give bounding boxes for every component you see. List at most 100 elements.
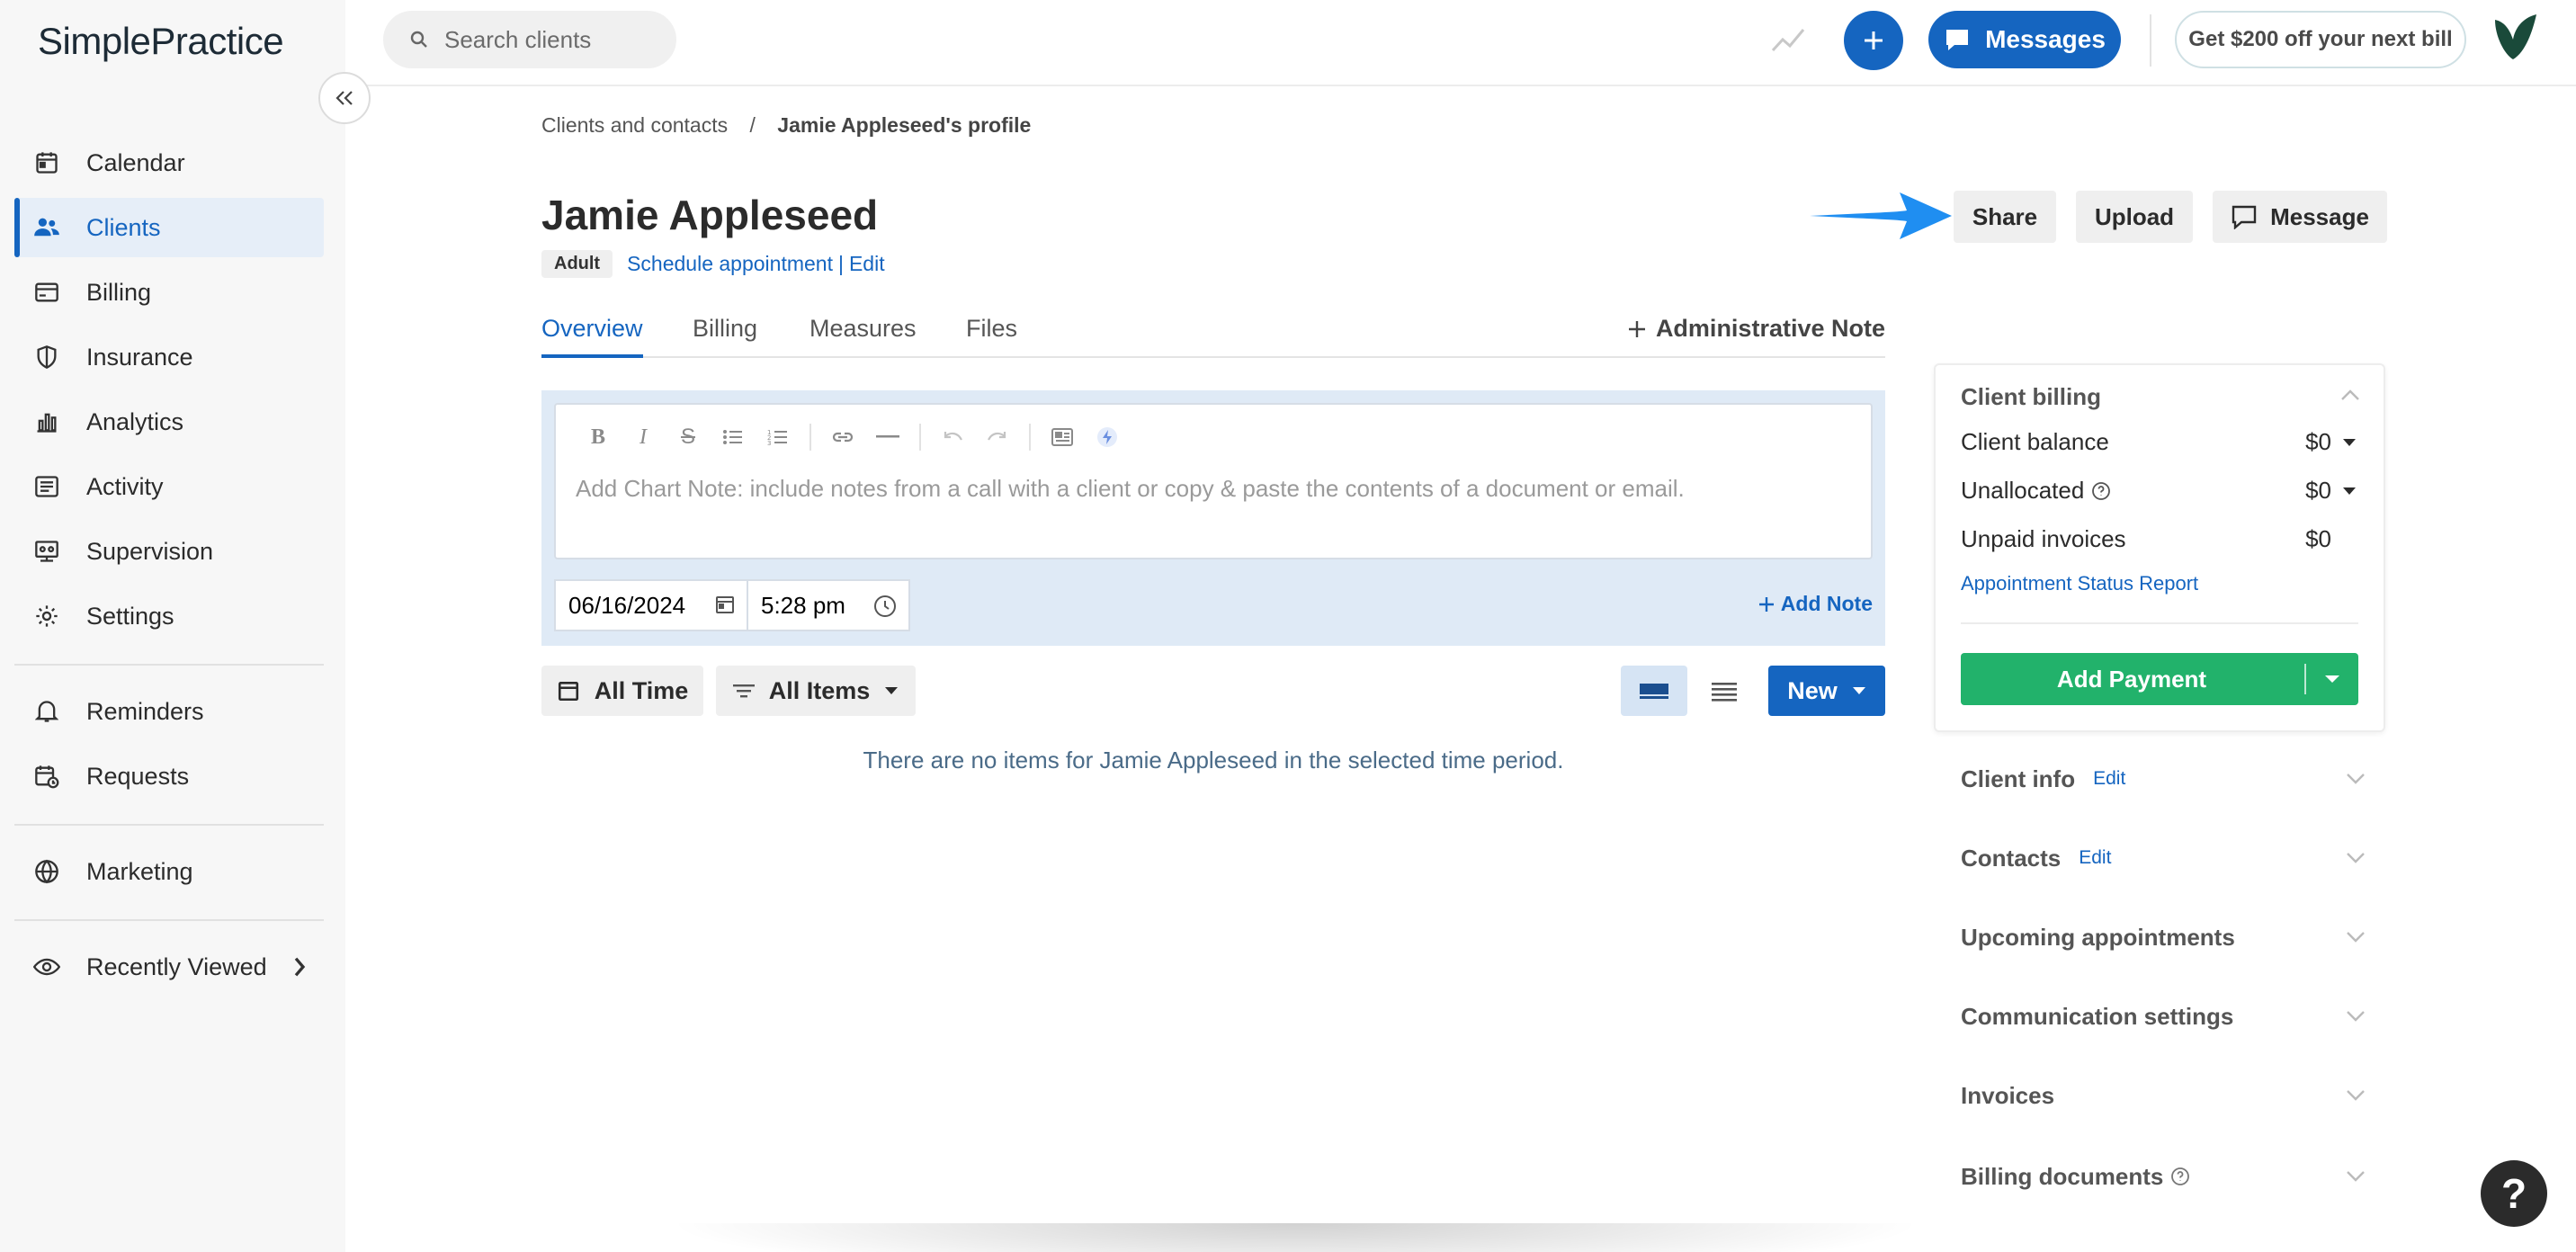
client-info-edit-link[interactable]: Edit (2093, 768, 2125, 790)
sidebar-item-marketing[interactable]: Marketing (14, 842, 324, 901)
supervision-icon (32, 537, 61, 566)
note-date-field[interactable] (554, 579, 748, 631)
share-button[interactable]: Share (1954, 191, 2056, 243)
upload-button[interactable]: Upload (2076, 191, 2193, 243)
brand-leaf-icon[interactable] (2490, 13, 2542, 63)
link-icon[interactable] (820, 421, 865, 453)
client-billing-title[interactable]: Client billing (1961, 383, 2101, 411)
bullet-list-icon[interactable] (711, 421, 756, 453)
chart-note-editor[interactable]: B I S 123 Add Chart Note: include notes … (554, 403, 1873, 559)
sidebar-item-billing[interactable]: Billing (14, 263, 324, 322)
breadcrumb-clients-link[interactable]: Clients and contacts (541, 113, 728, 137)
sidebar-item-recently-viewed[interactable]: Recently Viewed (14, 937, 324, 997)
section-label: Communication settings (1961, 1002, 2234, 1030)
contacts-section[interactable]: Contacts Edit (1961, 836, 2366, 881)
contacts-edit-link[interactable]: Edit (2079, 847, 2111, 869)
sidebar-item-settings[interactable]: Settings (14, 586, 324, 646)
messages-button[interactable]: Messages (1928, 11, 2121, 68)
sidebar-item-calendar[interactable]: Calendar (14, 133, 324, 192)
note-time-field[interactable] (747, 579, 910, 631)
client-type-badge: Adult (541, 250, 613, 278)
client-info-section[interactable]: Client info Edit (1961, 756, 2366, 801)
activity-list-icon (32, 472, 61, 501)
time-range-filter[interactable]: All Time (541, 666, 703, 716)
calendar-clock-icon (32, 762, 61, 791)
search-input[interactable] (444, 25, 651, 54)
promo-button[interactable]: Get $200 off your next bill (2175, 11, 2466, 68)
add-note-label: Add Note (1780, 592, 1873, 615)
horizontal-rule-icon[interactable] (865, 421, 910, 453)
sidebar-item-supervision[interactable]: Supervision (14, 522, 324, 581)
sidebar-item-clients[interactable]: Clients (14, 198, 324, 257)
plus-icon (1862, 29, 1885, 52)
list-view-toggle[interactable] (1691, 666, 1758, 716)
collapse-sidebar-button[interactable] (318, 72, 371, 124)
help-circle-icon[interactable] (2170, 1167, 2190, 1186)
add-payment-button-group: Add Payment (1961, 653, 2358, 705)
sidebar-divider (14, 824, 324, 826)
items-filter[interactable]: All Items (716, 666, 916, 716)
client-balance-value[interactable]: $0 (2305, 428, 2357, 456)
client-meta: Adult Schedule appointment | Edit (541, 250, 885, 278)
help-circle-icon[interactable] (2091, 481, 2111, 501)
tab-billing[interactable]: Billing (693, 315, 757, 358)
sidebar-item-label: Reminders (86, 697, 204, 725)
insert-template-icon[interactable] (1040, 421, 1085, 453)
chart-note-placeholder: Add Chart Note: include notes from a cal… (576, 475, 1685, 502)
communication-settings-section[interactable]: Communication settings (1961, 994, 2366, 1039)
double-chevron-left-icon (335, 89, 354, 107)
tab-measures[interactable]: Measures (809, 315, 917, 358)
trend-chart-icon[interactable] (1770, 23, 1806, 56)
unpaid-invoices-amount: $0 (2305, 525, 2331, 552)
sidebar-item-reminders[interactable]: Reminders (14, 682, 324, 741)
card-divider (1961, 622, 2358, 624)
italic-icon[interactable]: I (621, 421, 666, 453)
schedule-appointment-link[interactable]: Schedule appointment (627, 252, 833, 276)
add-payment-dropdown[interactable] (2306, 653, 2358, 705)
sidebar-divider (14, 919, 324, 921)
client-billing-card: Client billing Client balance $0 Unalloc… (1934, 363, 2385, 732)
appointment-status-report-link[interactable]: Appointment Status Report (1961, 572, 2198, 595)
tab-files[interactable]: Files (966, 315, 1017, 358)
upcoming-appointments-section[interactable]: Upcoming appointments (1961, 915, 2366, 960)
search-icon (410, 31, 428, 49)
unallocated-label: Unallocated (1961, 477, 2085, 504)
note-date-input[interactable] (568, 591, 703, 620)
clock-icon[interactable] (872, 594, 898, 619)
undo-icon[interactable] (930, 421, 975, 453)
calendar-icon[interactable] (714, 594, 736, 615)
unallocated-value[interactable]: $0 (2305, 477, 2357, 505)
strikethrough-icon[interactable]: S (666, 421, 711, 453)
message-button[interactable]: Message (2213, 191, 2387, 243)
numbered-list-icon[interactable]: 123 (756, 421, 801, 453)
bold-icon[interactable]: B (576, 421, 621, 453)
help-button[interactable]: ? (2481, 1160, 2547, 1227)
sidebar-item-requests[interactable]: Requests (14, 747, 324, 806)
redo-icon[interactable] (975, 421, 1020, 453)
new-item-button[interactable]: New (1768, 666, 1885, 716)
toolbar-divider (919, 424, 921, 451)
add-payment-button[interactable]: Add Payment (1961, 653, 2303, 705)
quick-add-button[interactable] (1844, 11, 1903, 70)
simplepractice-logo[interactable]: SimplePractice (38, 20, 284, 63)
items-filter-label: All Items (768, 676, 871, 704)
tab-overview[interactable]: Overview (541, 315, 643, 358)
card-view-toggle[interactable] (1621, 666, 1687, 716)
sidebar-item-insurance[interactable]: Insurance (14, 327, 324, 387)
chevron-up-icon[interactable] (2340, 389, 2360, 401)
administrative-note-label: Administrative Note (1655, 315, 1885, 342)
sidebar-item-analytics[interactable]: Analytics (14, 392, 324, 452)
add-note-button[interactable]: Add Note (1758, 592, 1873, 616)
sidebar-item-label: Billing (86, 278, 152, 306)
note-time-input[interactable] (761, 591, 867, 620)
edit-client-link[interactable]: Edit (849, 252, 885, 276)
administrative-note-button[interactable]: Administrative Note (1627, 315, 1885, 343)
invoices-section[interactable]: Invoices (1961, 1073, 2366, 1118)
billing-card-icon (32, 278, 61, 307)
sidebar-item-label: Activity (86, 472, 164, 500)
search-box[interactable] (383, 11, 676, 68)
ai-lightning-icon[interactable] (1085, 421, 1130, 453)
plus-icon (1758, 595, 1775, 613)
billing-documents-section[interactable]: Billing documents (1961, 1154, 2366, 1199)
sidebar-item-activity[interactable]: Activity (14, 457, 324, 516)
